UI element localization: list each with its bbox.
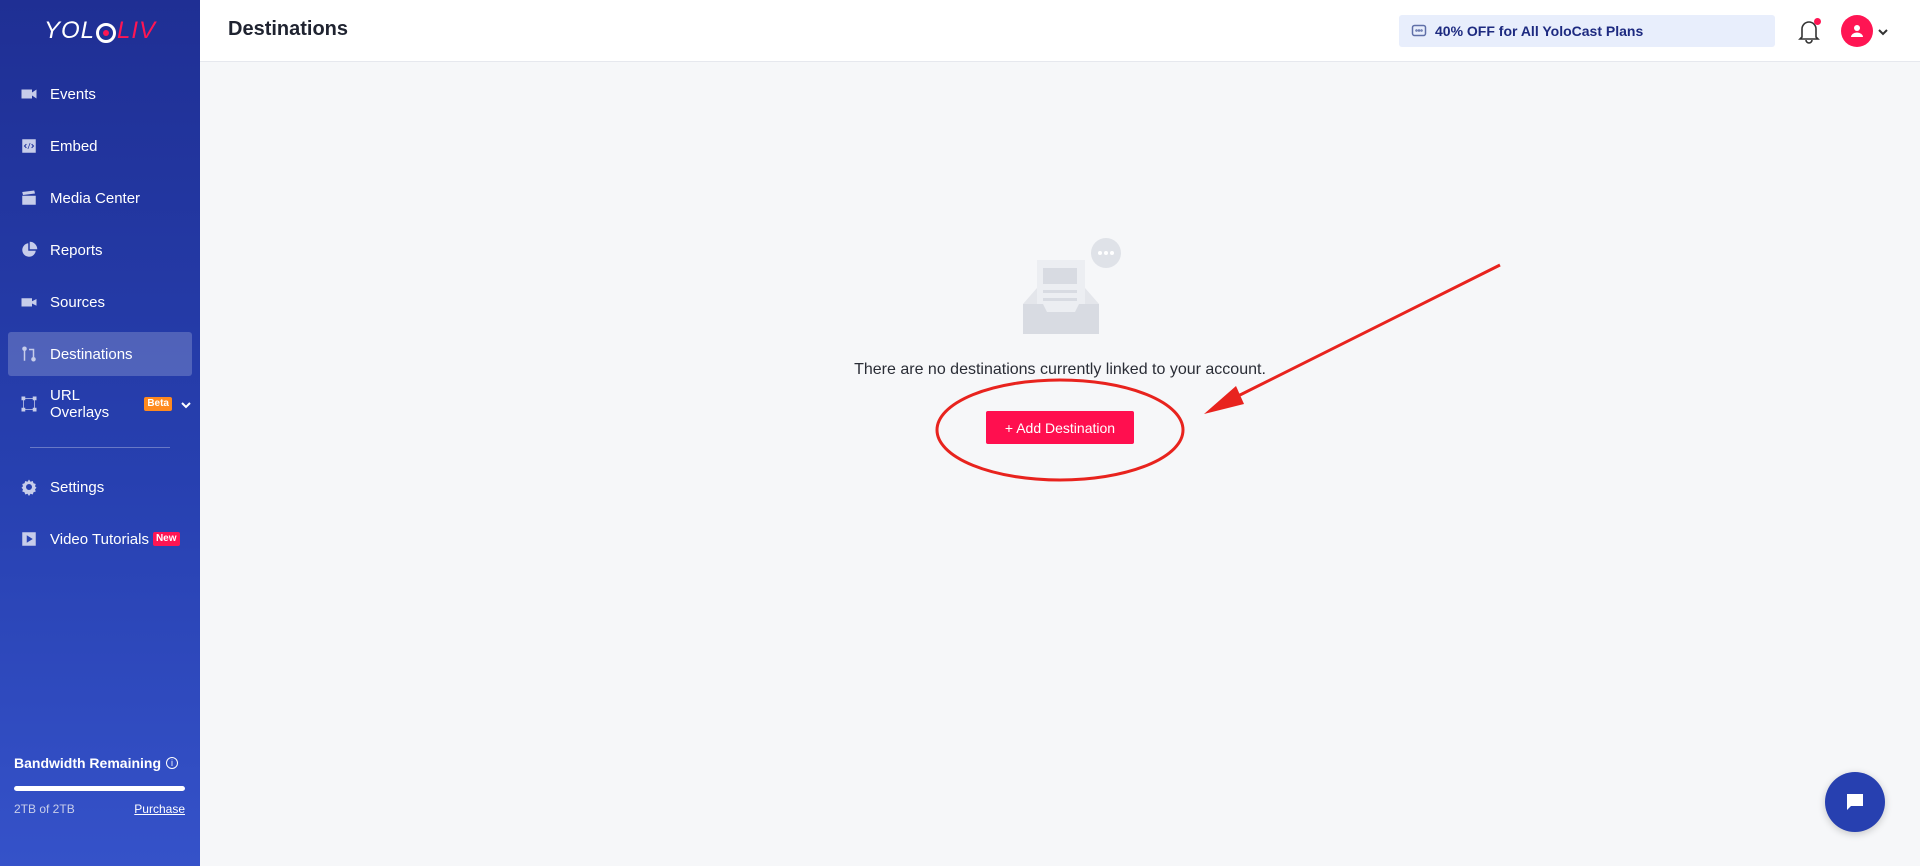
user-avatar[interactable] bbox=[1841, 15, 1873, 47]
chevron-down-icon[interactable] bbox=[180, 398, 192, 410]
chat-bubble-icon bbox=[1411, 23, 1427, 39]
sidebar-item-reports[interactable]: Reports bbox=[8, 228, 192, 272]
sidebar-item-sources[interactable]: Sources bbox=[8, 280, 192, 324]
chevron-down-icon[interactable] bbox=[1877, 25, 1889, 37]
bandwidth-used: 2TB of 2TB bbox=[14, 802, 75, 816]
purchase-link[interactable]: Purchase bbox=[134, 802, 185, 816]
bandwidth-title: Bandwidth Remaining i bbox=[14, 755, 178, 771]
annotation-overlay bbox=[935, 263, 1501, 482]
sidebar-item-media-center[interactable]: Media Center bbox=[8, 176, 192, 220]
bandwidth-progress-fill bbox=[14, 786, 185, 791]
sidebar-item-embed[interactable]: Embed bbox=[8, 124, 192, 168]
empty-state-message: There are no destinations currently link… bbox=[854, 361, 1266, 378]
code-icon bbox=[20, 137, 38, 155]
clapperboard-icon bbox=[20, 189, 38, 207]
notification-bell-icon[interactable] bbox=[1795, 17, 1823, 45]
sidebar-item-url-overlays[interactable]: URL Overlays Beta bbox=[8, 382, 192, 426]
new-badge: New bbox=[152, 532, 180, 546]
pie-chart-icon bbox=[20, 241, 38, 259]
info-icon[interactable]: i bbox=[166, 757, 178, 769]
top-header: Destinations 40% OFF for All YoloCast Pl… bbox=[200, 0, 1920, 62]
gear-icon bbox=[20, 478, 38, 496]
annotation-arrow-line bbox=[1221, 263, 1501, 406]
sidebar-item-video-tutorials[interactable]: Video Tutorials New bbox=[8, 517, 192, 561]
sidebar: YOL LIV Events Embed Media Center Reports… bbox=[0, 0, 200, 866]
chat-icon bbox=[1847, 794, 1863, 810]
add-destination-button[interactable]: + Add Destination bbox=[986, 411, 1134, 444]
bandwidth-progress-bar bbox=[14, 786, 185, 791]
sidebar-item-events[interactable]: Events bbox=[8, 72, 192, 116]
overlay-icon bbox=[20, 395, 38, 413]
promo-banner[interactable]: 40% OFF for All YoloCast Plans bbox=[1399, 15, 1775, 47]
play-icon bbox=[20, 530, 38, 548]
notification-dot bbox=[1814, 18, 1821, 25]
sidebar-item-destinations[interactable]: Destinations bbox=[8, 332, 192, 376]
video-camera-icon bbox=[20, 85, 38, 103]
logo-ring-icon bbox=[96, 23, 116, 43]
beta-badge: Beta bbox=[144, 397, 172, 411]
annotation-arrowhead bbox=[1204, 386, 1244, 414]
sidebar-item-settings[interactable]: Settings bbox=[8, 465, 192, 509]
yololiv-logo[interactable]: YOL LIV bbox=[0, 0, 200, 62]
empty-inbox-illustration bbox=[1020, 238, 1125, 338]
camera-icon bbox=[20, 293, 38, 311]
live-chat-button[interactable] bbox=[1825, 772, 1885, 832]
page-title: Destinations bbox=[228, 18, 349, 40]
sidebar-divider bbox=[30, 447, 170, 448]
route-icon bbox=[20, 345, 38, 363]
